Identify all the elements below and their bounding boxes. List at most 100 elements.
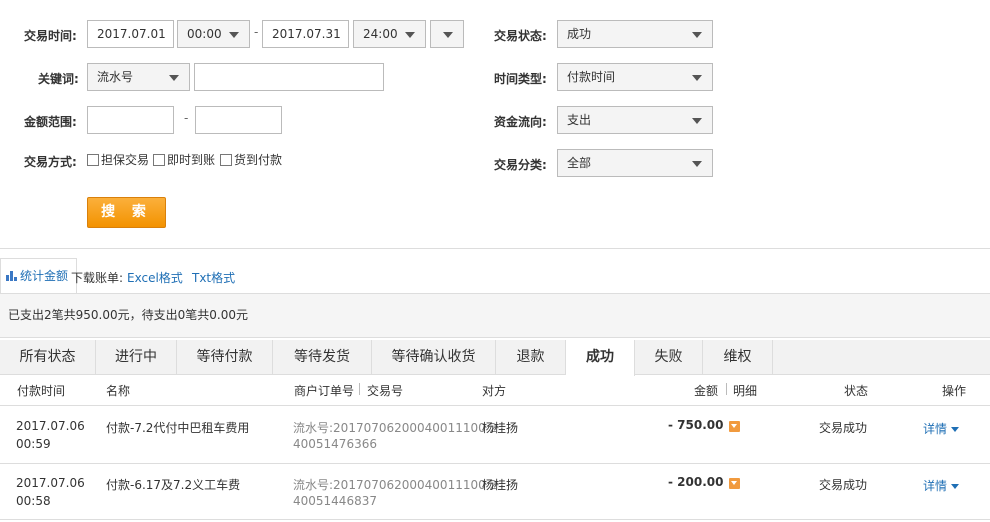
row-date: 2017.07.06 (16, 419, 85, 433)
table-row: 2017.07.06 00:59 付款-7.2代付中巴租车费用 流水号:2017… (0, 406, 990, 463)
chevron-down-icon (229, 32, 239, 38)
tab-refund[interactable]: 退款 (496, 340, 566, 375)
tab-awaiting-confirm[interactable]: 等待确认收货 (372, 340, 496, 375)
row-name: 付款-6.17及7.2义工车费 (106, 478, 241, 492)
quick-range-dropdown[interactable] (430, 20, 464, 48)
end-time-value: 24:00 (363, 27, 398, 41)
trade-category-label: 交易分类: (494, 158, 547, 172)
checkbox-label: 担保交易 (101, 153, 150, 167)
row-detail-link[interactable]: 详情 (923, 420, 960, 437)
trade-method-label: 交易方式: (24, 155, 77, 169)
trade-status-label: 交易状态: (494, 29, 547, 43)
dropdown-square-icon[interactable] (729, 478, 740, 489)
col-pay-time: 付款时间 (17, 384, 66, 398)
amount-max-input[interactable] (195, 106, 282, 134)
time-type-value: 付款时间 (567, 70, 616, 84)
chevron-down-icon (951, 484, 960, 489)
row-status: 交易成功 (819, 421, 868, 435)
fund-flow-label: 资金流向: (494, 115, 547, 129)
col-divider (359, 383, 360, 395)
row-amount: - 750.00 (668, 418, 724, 432)
start-date-input[interactable]: 2017.07.01 (87, 20, 174, 48)
row-name: 付款-7.2代付中巴租车费用 (106, 421, 250, 435)
tab-awaiting-payment[interactable]: 等待付款 (177, 340, 273, 375)
guarantee-checkbox[interactable]: 担保交易 (87, 153, 149, 167)
detail-link-label[interactable]: 详情 (923, 422, 947, 436)
col-divider (726, 383, 727, 395)
status-tabs: 所有状态 进行中 等待付款 等待发货 等待确认收货 退款 成功 失败 维权 (0, 340, 990, 376)
row-amount: - 200.00 (668, 475, 724, 489)
tab-failed[interactable]: 失败 (635, 340, 703, 375)
col-action: 操作 (942, 384, 967, 398)
col-trade-no: 交易号 (367, 384, 404, 398)
chevron-down-icon (443, 32, 453, 38)
chevron-down-icon (951, 427, 960, 432)
txt-download-link[interactable]: Txt格式 (192, 269, 235, 286)
tab-dispute[interactable]: 维权 (703, 340, 773, 375)
stat-amount-tab[interactable]: 统计金额 (0, 258, 77, 294)
summary-bar: 已支出2笔共950.00元，待支出0笔共0.00元 (0, 293, 990, 338)
amount-range-label: 金额范围: (24, 115, 77, 129)
bar-chart-icon (6, 271, 17, 281)
fund-flow-select[interactable]: 支出 (557, 106, 713, 134)
trade-time-label: 交易时间: (24, 29, 77, 43)
chevron-down-icon (692, 32, 702, 38)
detail-link-label[interactable]: 详情 (923, 479, 947, 493)
row-time: 00:59 (16, 437, 51, 451)
row-serial-cont: 40051476366 (293, 437, 377, 451)
trade-status-value: 成功 (567, 27, 592, 41)
trade-category-select[interactable]: 全部 (557, 149, 713, 177)
col-order-no: 商户订单号 (294, 384, 355, 398)
instant-checkbox[interactable]: 即时到账 (153, 153, 215, 167)
amount-min-input[interactable] (87, 106, 174, 134)
row-serial: 流水号:20170706200040011100 2 (293, 421, 498, 435)
checkbox-box[interactable] (87, 154, 99, 166)
dropdown-square-icon[interactable] (729, 421, 740, 432)
search-button[interactable]: 搜 索 (87, 197, 166, 228)
row-serial: 流水号:20170706200040011100 2 (293, 478, 498, 492)
fund-flow-value: 支出 (567, 113, 592, 127)
keyword-type-select[interactable]: 流水号 (87, 63, 190, 91)
tab-all[interactable]: 所有状态 (0, 340, 96, 375)
trade-status-select[interactable]: 成功 (557, 20, 713, 48)
time-type-label: 时间类型: (494, 72, 547, 86)
end-time-select[interactable]: 24:00 (353, 20, 426, 48)
col-counterparty: 对方 (482, 384, 507, 398)
start-time-value: 00:00 (187, 27, 222, 41)
date-range-separator: - (254, 25, 259, 39)
col-detail: 明细 (733, 384, 758, 398)
tab-success[interactable]: 成功 (566, 340, 635, 376)
row-serial-cont: 40051446837 (293, 494, 377, 508)
tab-awaiting-shipment[interactable]: 等待发货 (273, 340, 372, 375)
trade-category-value: 全部 (567, 156, 592, 170)
checkbox-label: 即时到账 (167, 153, 216, 167)
col-name: 名称 (106, 384, 131, 398)
end-date-input[interactable]: 2017.07.31 (262, 20, 349, 48)
chevron-down-icon (405, 32, 415, 38)
chevron-down-icon (692, 75, 702, 81)
row-counterparty: 杨桂扬 (482, 478, 519, 492)
amount-range-separator: - (184, 111, 189, 125)
row-status: 交易成功 (819, 478, 868, 492)
checkbox-box[interactable] (153, 154, 165, 166)
excel-download-link[interactable]: Excel格式 (127, 269, 183, 286)
keyword-input[interactable] (194, 63, 384, 91)
table-row: 2017.07.06 00:58 付款-6.17及7.2义工车费 流水号:201… (0, 463, 990, 520)
cod-checkbox[interactable]: 货到付款 (220, 153, 282, 167)
chevron-down-icon (169, 75, 179, 81)
col-amount: 金额 (694, 384, 719, 398)
checkbox-box[interactable] (220, 154, 232, 166)
col-status: 状态 (844, 384, 869, 398)
stat-amount-label: 统计金额 (20, 269, 69, 283)
keyword-type-value: 流水号 (97, 70, 134, 84)
row-detail-link[interactable]: 详情 (923, 477, 960, 494)
start-time-select[interactable]: 00:00 (177, 20, 250, 48)
tab-in-progress[interactable]: 进行中 (96, 340, 177, 375)
chevron-down-icon (692, 161, 702, 167)
row-date: 2017.07.06 (16, 476, 85, 490)
row-counterparty: 杨桂扬 (482, 421, 519, 435)
divider (0, 248, 990, 249)
divider (0, 519, 990, 520)
checkbox-label: 货到付款 (234, 153, 283, 167)
time-type-select[interactable]: 付款时间 (557, 63, 713, 91)
